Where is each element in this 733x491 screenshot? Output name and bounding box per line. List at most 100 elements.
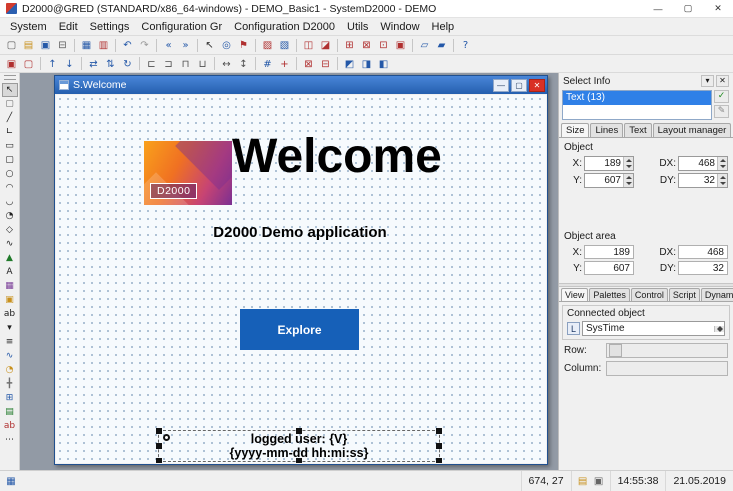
menu-configuration-d2000[interactable]: Configuration D2000 — [228, 20, 341, 34]
document-icon[interactable]: ▤ — [575, 474, 591, 489]
flag-mode-icon[interactable]: ⚑ — [235, 37, 252, 53]
ungroup-icon[interactable]: ▢ — [20, 56, 37, 72]
tab-view[interactable]: View — [561, 288, 588, 301]
tab-text[interactable]: Text — [624, 123, 651, 137]
entry-field-tool-icon[interactable]: ab — [2, 307, 18, 321]
close-button[interactable]: ✕ — [703, 0, 733, 18]
panel-chevron-down-icon[interactable]: ▾ — [701, 75, 714, 87]
tab-control[interactable]: Control — [631, 288, 668, 301]
snap-icon[interactable]: + — [276, 56, 293, 72]
spin-down-button[interactable] — [715, 329, 724, 332]
selection-handle[interactable] — [436, 443, 442, 449]
bring-to-front-icon[interactable]: ↑ — [44, 56, 61, 72]
open-picture-icon[interactable]: ▤ — [20, 37, 37, 53]
color-settings-icon[interactable]: ▧ — [276, 37, 293, 53]
tab-script[interactable]: Script — [669, 288, 700, 301]
picture-list-icon[interactable]: ▦ — [78, 37, 95, 53]
selection-handle[interactable] — [296, 458, 302, 463]
selection-handle[interactable] — [436, 428, 442, 434]
list-box-tool-icon[interactable]: ≡ — [2, 335, 18, 349]
undo-icon[interactable]: ↶ — [119, 37, 136, 53]
picture-close-button[interactable]: ✕ — [529, 79, 545, 92]
objects-browser-icon[interactable]: ◩ — [341, 56, 358, 72]
selection-rotate-handle[interactable] — [163, 434, 170, 441]
ellipse-tool-icon[interactable]: ○ — [2, 167, 18, 181]
align-right-icon[interactable]: ⊐ — [160, 56, 177, 72]
curve-tool-icon[interactable]: ∿ — [2, 237, 18, 251]
flip-horizontal-icon[interactable]: ⇄ — [85, 56, 102, 72]
unlink-icon[interactable]: ⊟ — [317, 56, 334, 72]
menu-system[interactable]: System — [4, 20, 53, 34]
explore-button[interactable]: Explore — [240, 309, 359, 350]
rectangle-tool-icon[interactable]: ▭ — [2, 139, 18, 153]
align-top-icon[interactable]: ⊓ — [177, 56, 194, 72]
button-tool-icon[interactable]: ▣ — [2, 293, 18, 307]
menu-window[interactable]: Window — [374, 20, 425, 34]
menu-configuration-gr[interactable]: Configuration Gr — [135, 20, 228, 34]
triangle-tool-icon[interactable]: ▲ — [2, 251, 18, 265]
connection-list-icon[interactable]: ◪ — [317, 37, 334, 53]
selection-handle[interactable] — [436, 458, 442, 463]
redo-icon[interactable]: ↷ — [136, 37, 153, 53]
structures-browser-icon[interactable]: ◨ — [358, 56, 375, 72]
spin-down-button[interactable] — [718, 181, 727, 188]
tab-palettes[interactable]: Palettes — [589, 288, 630, 301]
picture-canvas[interactable]: D2000 Welcome D2000 Demo application Exp… — [56, 95, 546, 463]
spin-down-button[interactable] — [624, 181, 633, 188]
selection-handle[interactable] — [156, 458, 162, 463]
picture-minimize-button[interactable]: — — [493, 79, 509, 92]
object-y-input[interactable]: 607 — [584, 173, 634, 188]
picture-window-titlebar[interactable]: S.Welcome — ▢ ✕ — [55, 76, 547, 94]
lock-icon[interactable]: ▣ — [591, 474, 607, 489]
tab-lines[interactable]: Lines — [590, 123, 623, 137]
object-list-icon[interactable]: ▥ — [95, 37, 112, 53]
graph-tool-icon[interactable]: ∿ — [2, 349, 18, 363]
object-dy-input[interactable]: 32 — [678, 173, 728, 188]
tab-size[interactable]: Size — [561, 123, 589, 137]
chord-tool-icon[interactable]: ◡ — [2, 195, 18, 209]
apply-button[interactable]: ✓ — [714, 90, 729, 103]
select-tool-icon[interactable]: ↖ — [2, 83, 18, 97]
window-cascade-icon[interactable]: ▱ — [416, 37, 433, 53]
align-left-icon[interactable]: ⊏ — [143, 56, 160, 72]
selected-text-group[interactable]: logged user: {V} {yyyy-mm-dd hh:mi:ss} — [158, 430, 440, 462]
object-x-input[interactable]: 189 — [584, 156, 634, 171]
help-icon[interactable]: ? — [457, 37, 474, 53]
maximize-button[interactable]: ▢ — [673, 0, 703, 18]
scheme-view-icon[interactable]: ▣ — [392, 37, 409, 53]
zoom-mode-icon[interactable]: ◎ — [218, 37, 235, 53]
line-tool-icon[interactable]: ╱ — [2, 111, 18, 125]
connected-object-input[interactable]: SysTime — [582, 321, 725, 336]
palette-grip-handle[interactable] — [4, 75, 16, 80]
gauge-tool-icon[interactable]: ◔ — [2, 363, 18, 377]
grid-icon[interactable]: # — [259, 56, 276, 72]
save-icon[interactable]: ▣ — [37, 37, 54, 53]
rotate-icon[interactable]: ↻ — [119, 56, 136, 72]
spin-down-button[interactable] — [718, 164, 727, 171]
text-entry-red-icon[interactable]: ab — [2, 419, 18, 433]
panel-close-icon[interactable]: ✕ — [716, 75, 729, 87]
selection-list[interactable]: Text (13) — [562, 90, 712, 120]
selection-handle[interactable] — [156, 428, 162, 434]
group-icon[interactable]: ▣ — [3, 56, 20, 72]
menu-help[interactable]: Help — [426, 20, 461, 34]
menu-edit[interactable]: Edit — [53, 20, 84, 34]
connect-object-icon[interactable]: ◫ — [300, 37, 317, 53]
rounded-rectangle-tool-icon[interactable]: ▢ — [2, 153, 18, 167]
scheme-structure-icon[interactable]: ⊞ — [341, 37, 358, 53]
browser-tool-icon[interactable]: ▤ — [2, 405, 18, 419]
flip-vertical-icon[interactable]: ⇅ — [102, 56, 119, 72]
send-to-back-icon[interactable]: ↓ — [61, 56, 78, 72]
scheme-grid-icon[interactable]: ⊡ — [375, 37, 392, 53]
pie-tool-icon[interactable]: ◔ — [2, 209, 18, 223]
selection-list-item[interactable]: Text (13) — [563, 91, 711, 105]
polyline-tool-icon[interactable]: ∟ — [2, 125, 18, 139]
align-bottom-icon[interactable]: ⊔ — [194, 56, 211, 72]
scheme-links-icon[interactable]: ⊠ — [358, 37, 375, 53]
frame-tool-icon[interactable]: ⊞ — [2, 391, 18, 405]
picture-maximize-button[interactable]: ▢ — [511, 79, 527, 92]
spin-down-button[interactable] — [624, 164, 633, 171]
select-mode-icon[interactable]: ↖ — [201, 37, 218, 53]
edit-button[interactable]: ✎ — [714, 105, 729, 118]
selection-handle[interactable] — [296, 428, 302, 434]
